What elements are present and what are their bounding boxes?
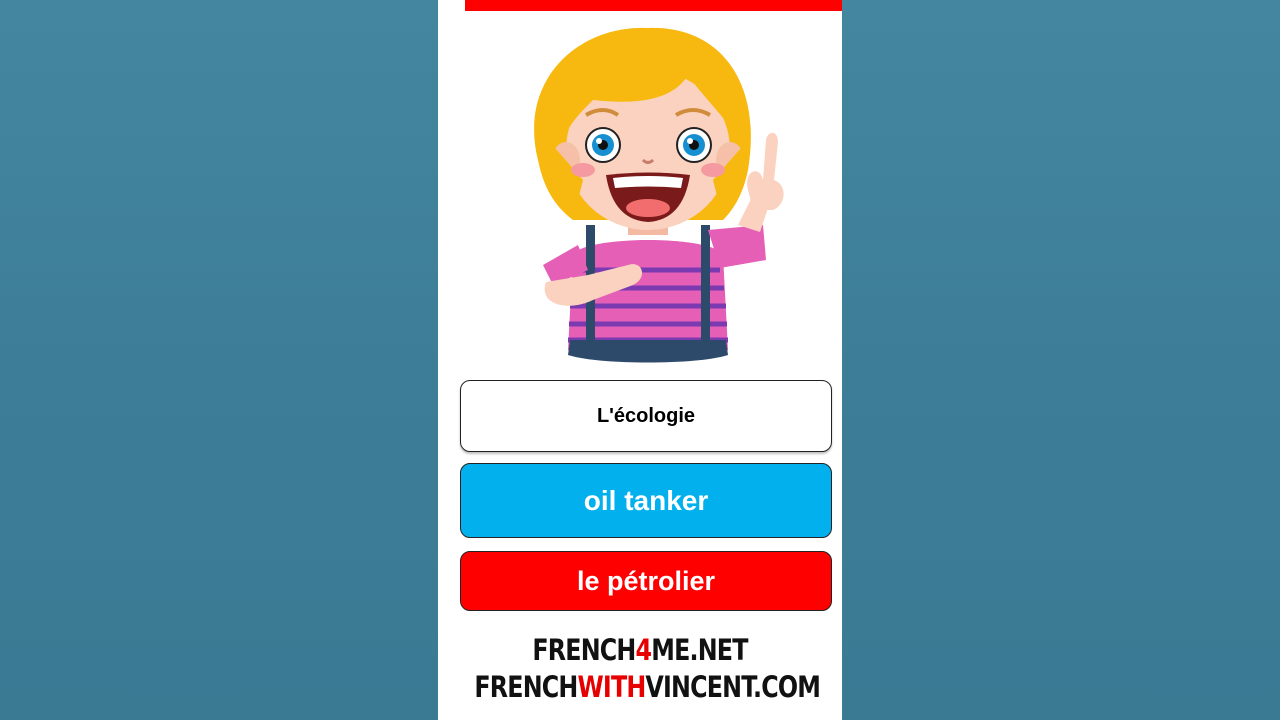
top-red-bar <box>465 0 842 11</box>
brand-1-post: ME.NET <box>651 633 748 667</box>
brand-line-2: FRENCHWITHVINCENT.COM <box>474 670 821 704</box>
english-translation-card: oil tanker <box>460 463 832 538</box>
flashcard-panel: L'écologie oil tanker le pétrolier FRENC… <box>438 0 842 720</box>
brand-2-post: VINCENT.COM <box>645 670 821 704</box>
brand-1-accent: 4 <box>635 633 653 667</box>
french-translation-card: le pétrolier <box>460 551 832 611</box>
background-right <box>842 0 1280 720</box>
background-left <box>0 0 438 720</box>
english-text: oil tanker <box>583 484 709 516</box>
brand-2-accent: WITH <box>577 670 647 704</box>
brand-1-pre: FRENCH <box>532 633 636 667</box>
brand-line-1: FRENCH4ME.NET <box>474 633 805 667</box>
brand-2-pre: FRENCH <box>474 670 578 704</box>
term-text: L'écologie <box>596 404 696 427</box>
pointing-girl-illustration <box>534 27 784 363</box>
french-text: le pétrolier <box>576 565 716 596</box>
term-card: L'écologie <box>460 380 832 452</box>
